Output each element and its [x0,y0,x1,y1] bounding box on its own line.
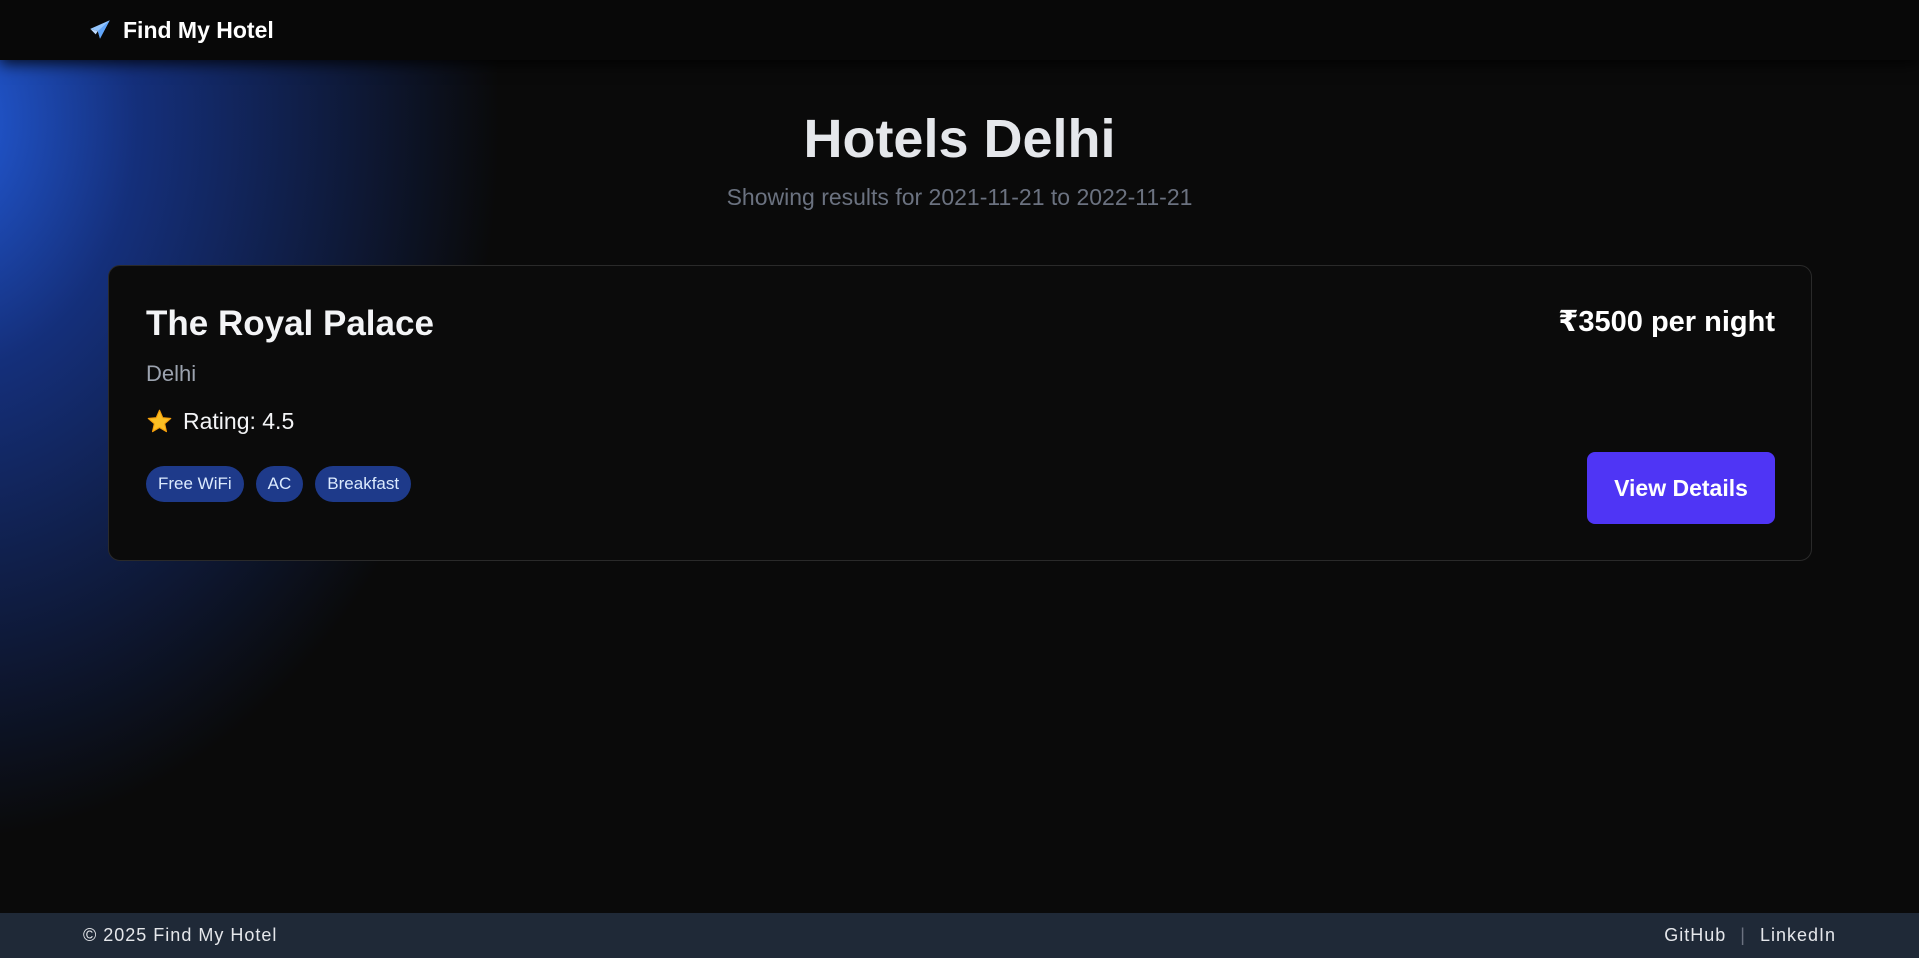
page: Find My Hotel Hotels Delhi Showing resul… [0,0,1919,958]
hotel-name: The Royal Palace [146,304,434,343]
rating-text: Rating: 4.5 [183,408,295,434]
date-range-subtitle: Showing results for 2021-11-21 to 2022-1… [726,184,1193,210]
hotel-price: ₹3500 per night [1558,306,1775,338]
view-details-button[interactable]: View Details [1587,452,1775,524]
footer: © 2025 Find My Hotel GitHub | LinkedIn [0,913,1919,958]
brand-name: Find My Hotel [123,16,274,43]
copyright-text: © 2025 Find My Hotel [83,925,278,945]
github-link[interactable]: GitHub [1664,925,1726,946]
footer-separator: | [1740,925,1746,945]
amenity-tag: AC [255,466,304,502]
footer-links: GitHub | LinkedIn [1664,925,1836,946]
amenity-tag: Breakfast [315,466,412,502]
page-header: Hotels Delhi Showing results for 2021-11… [0,104,1919,211]
navbar: Find My Hotel [0,0,1919,60]
star-icon [146,408,173,435]
hotel-rating: Rating: 4.5 [146,408,294,435]
amenity-tag: Free WiFi [146,466,244,502]
airplane-icon [87,17,113,43]
hotel-city: Delhi [146,361,197,386]
linkedin-link[interactable]: LinkedIn [1760,925,1836,946]
hotel-card: The Royal Palace Delhi Rating: 4.5 Free … [108,265,1812,561]
amenity-list: Free WiFi AC Breakfast [146,466,412,502]
page-title: Hotels Delhi [803,109,1116,169]
brand-link[interactable]: Find My Hotel [87,17,274,44]
